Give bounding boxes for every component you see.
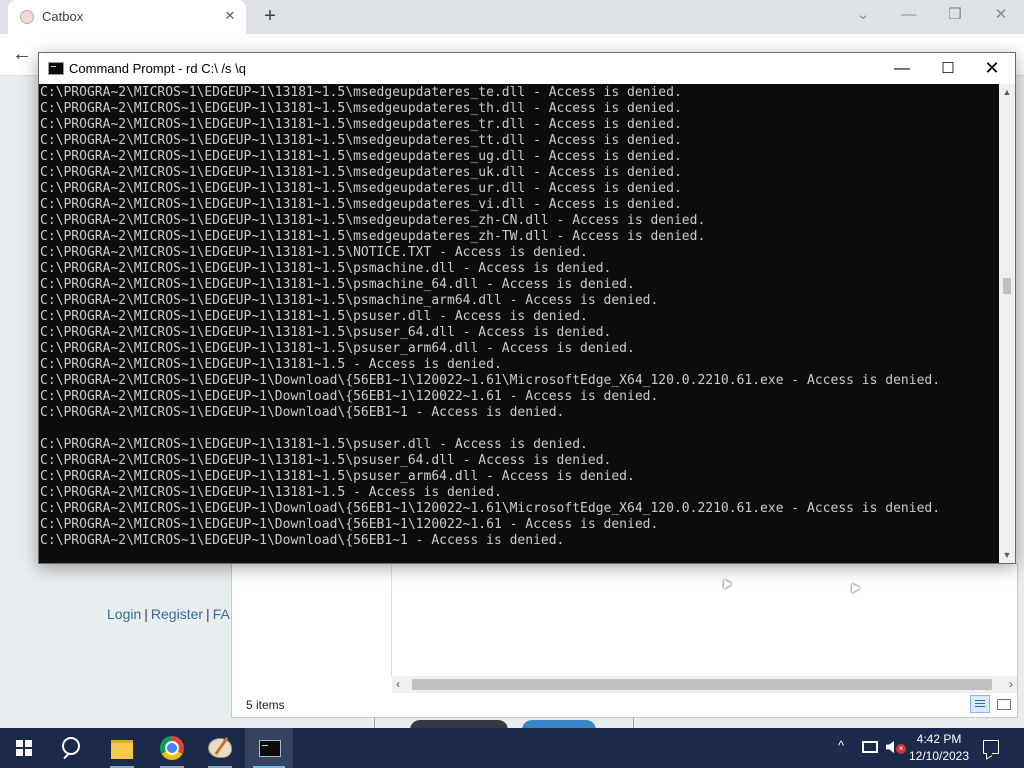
console-line: C:\PROGRA~2\MICROS~1\EDGEUP~1\13181~1.5\… bbox=[40, 117, 682, 132]
console-line: C:\PROGRA~2\MICROS~1\EDGEUP~1\13181~1.5\… bbox=[40, 149, 682, 164]
catbox-favicon-icon bbox=[20, 10, 34, 24]
console-line: C:\PROGRA~2\MICROS~1\EDGEUP~1\13181~1.5\… bbox=[40, 293, 659, 308]
paint-icon[interactable] bbox=[196, 728, 244, 768]
console-line: C:\PROGRA~2\MICROS~1\EDGEUP~1\Download\{… bbox=[40, 501, 941, 516]
console-line: C:\PROGRA~2\MICROS~1\EDGEUP~1\13181~1.5\… bbox=[40, 437, 588, 452]
close-button[interactable]: ✕ bbox=[969, 53, 1015, 84]
console-line: C:\PROGRA~2\MICROS~1\EDGEUP~1\13181~1.5\… bbox=[40, 213, 706, 228]
console-line: C:\PROGRA~2\MICROS~1\EDGEUP~1\13181~1.5\… bbox=[40, 309, 588, 324]
console-line: C:\PROGRA~2\MICROS~1\EDGEUP~1\13181~1.5\… bbox=[40, 261, 612, 276]
scroll-up-icon[interactable]: ▲ bbox=[999, 84, 1015, 100]
console-line: C:\PROGRA~2\MICROS~1\EDGEUP~1\13181~1.5\… bbox=[40, 245, 588, 260]
command-prompt-window[interactable]: Command Prompt - rd C:\ /s \q — ☐ ✕ C:\P… bbox=[38, 52, 1016, 564]
scrollbar-thumb[interactable] bbox=[412, 679, 992, 690]
console-line: C:\PROGRA~2\MICROS~1\EDGEUP~1\13181~1.5\… bbox=[40, 181, 682, 196]
large-icons-view-icon[interactable] bbox=[994, 695, 1012, 713]
console-line: C:\PROGRA~2\MICROS~1\EDGEUP~1\13181~1.5 … bbox=[40, 357, 502, 372]
clock-date: 12/10/2023 bbox=[908, 749, 970, 763]
console-line: C:\PROGRA~2\MICROS~1\EDGEUP~1\13181~1.5\… bbox=[40, 197, 682, 212]
console-line: C:\PROGRA~2\MICROS~1\EDGEUP~1\13181~1.5\… bbox=[40, 341, 635, 356]
scroll-down-icon[interactable]: ▼ bbox=[999, 547, 1015, 563]
new-tab-button[interactable]: + bbox=[258, 4, 282, 28]
tab-catbox[interactable]: Catbox ✕ bbox=[8, 0, 246, 34]
command-prompt-icon[interactable] bbox=[245, 728, 293, 768]
cmd-window-title: Command Prompt - rd C:\ /s \q bbox=[69, 61, 246, 76]
muted-badge-icon: × bbox=[896, 744, 906, 754]
scroll-right-icon[interactable]: › bbox=[1009, 676, 1013, 693]
account-links: Login | Register | FA bbox=[107, 606, 230, 622]
explorer-navigation-pane[interactable] bbox=[232, 564, 392, 676]
start-icon[interactable] bbox=[0, 728, 48, 768]
search-icon[interactable] bbox=[48, 728, 96, 768]
browser-minimize-button[interactable]: — bbox=[896, 4, 922, 26]
console-line: C:\PROGRA~2\MICROS~1\EDGEUP~1\Download\{… bbox=[40, 373, 941, 388]
console-line: C:\PROGRA~2\MICROS~1\EDGEUP~1\13181~1.5\… bbox=[40, 453, 612, 468]
console-line: C:\PROGRA~2\MICROS~1\EDGEUP~1\13181~1.5\… bbox=[40, 325, 612, 340]
browser-close-button[interactable]: ✕ bbox=[988, 4, 1014, 26]
explorer-horizontal-scrollbar[interactable]: ‹ › bbox=[392, 676, 1017, 693]
console-vertical-scrollbar[interactable]: ▲ ▼ bbox=[999, 84, 1015, 563]
taskbar: ^ × 4:42 PM 12/10/2023 bbox=[0, 728, 1024, 768]
browser-restore-button[interactable]: ❐ bbox=[942, 4, 968, 26]
details-view-icon[interactable] bbox=[970, 695, 990, 713]
tab-strip: Catbox ✕ + ⌄ — ❐ ✕ bbox=[0, 0, 1024, 34]
command-prompt-icon bbox=[48, 62, 64, 75]
network-icon[interactable] bbox=[862, 741, 878, 753]
tab-search-icon[interactable]: ⌄ bbox=[850, 4, 876, 26]
file-explorer-window: ‹ › 5 items bbox=[231, 563, 1018, 718]
notification-center-icon[interactable] bbox=[983, 740, 999, 754]
link-separator: | bbox=[206, 606, 210, 622]
clock-time: 4:42 PM bbox=[916, 732, 962, 746]
console-line: C:\PROGRA~2\MICROS~1\EDGEUP~1\Download\{… bbox=[40, 405, 565, 420]
console-line: C:\PROGRA~2\MICROS~1\EDGEUP~1\Download\{… bbox=[40, 533, 565, 548]
clock[interactable]: 4:42 PM 12/10/2023 bbox=[906, 731, 972, 765]
register-link[interactable]: Register bbox=[151, 606, 203, 622]
console-line: C:\PROGRA~2\MICROS~1\EDGEUP~1\Download\{… bbox=[40, 517, 659, 532]
console-line: C:\PROGRA~2\MICROS~1\EDGEUP~1\13181~1.5\… bbox=[40, 101, 682, 116]
console-line: C:\PROGRA~2\MICROS~1\EDGEUP~1\13181~1.5\… bbox=[40, 229, 706, 244]
show-hidden-icons-icon[interactable]: ^ bbox=[838, 738, 844, 753]
file-explorer-icon[interactable] bbox=[98, 728, 146, 768]
scroll-left-icon[interactable]: ‹ bbox=[396, 676, 400, 693]
console-line: C:\PROGRA~2\MICROS~1\EDGEUP~1\13181~1.5\… bbox=[40, 133, 682, 148]
minimize-button[interactable]: — bbox=[879, 53, 925, 84]
close-tab-icon[interactable]: ✕ bbox=[222, 8, 238, 24]
item-count-status: 5 items bbox=[246, 698, 285, 712]
back-arrow-icon[interactable]: ← bbox=[10, 42, 34, 66]
console-line: C:\PROGRA~2\MICROS~1\EDGEUP~1\13181~1.5 … bbox=[40, 485, 502, 500]
console-line: C:\PROGRA~2\MICROS~1\EDGEUP~1\13181~1.5\… bbox=[40, 165, 682, 180]
maximize-button[interactable]: ☐ bbox=[925, 53, 971, 84]
chrome-icon[interactable] bbox=[148, 728, 196, 768]
console-line: C:\PROGRA~2\MICROS~1\EDGEUP~1\13181~1.5\… bbox=[40, 469, 635, 484]
cmd-titlebar[interactable]: Command Prompt - rd C:\ /s \q — ☐ ✕ bbox=[39, 53, 1015, 84]
link-separator: | bbox=[144, 606, 148, 622]
login-link[interactable]: Login bbox=[107, 606, 141, 622]
faq-link[interactable]: FA bbox=[213, 606, 230, 622]
console-line: C:\PROGRA~2\MICROS~1\EDGEUP~1\13181~1.5\… bbox=[40, 85, 682, 100]
console-line: C:\PROGRA~2\MICROS~1\EDGEUP~1\13181~1.5\… bbox=[40, 277, 635, 292]
volume-icon[interactable] bbox=[886, 741, 894, 753]
scrollbar-thumb[interactable] bbox=[1003, 278, 1011, 294]
console-output[interactable]: C:\PROGRA~2\MICROS~1\EDGEUP~1\13181~1.5\… bbox=[39, 84, 999, 563]
console-line: C:\PROGRA~2\MICROS~1\EDGEUP~1\Download\{… bbox=[40, 389, 659, 404]
tab-title: Catbox bbox=[42, 9, 84, 24]
